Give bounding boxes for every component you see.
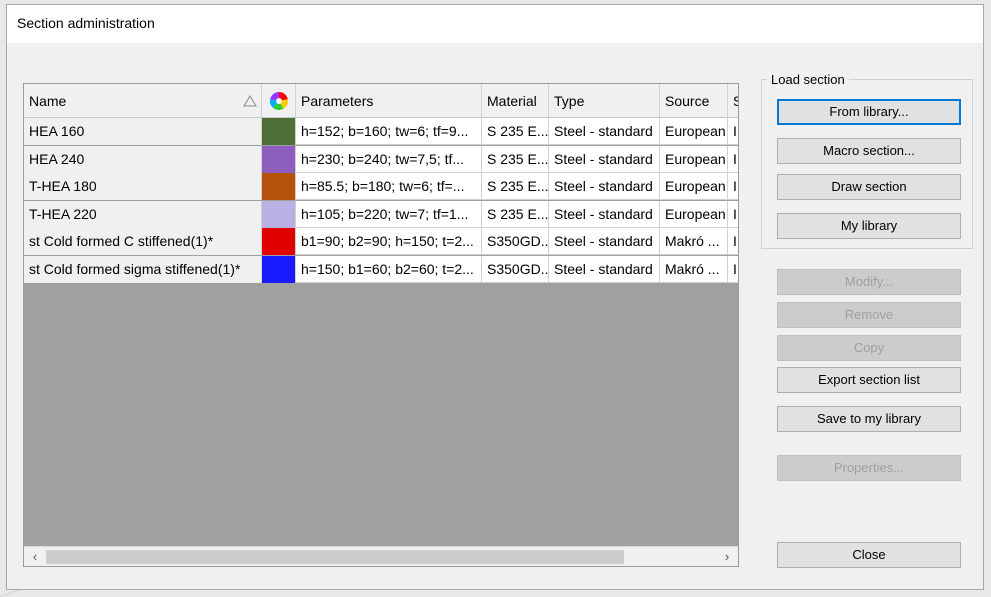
column-header-source[interactable]: Source: [660, 84, 728, 118]
cell-material[interactable]: S 235 E...: [482, 145, 549, 173]
table-row[interactable]: HEA 240 h=230; b=240; tw=7,5; tf... S 235 …: [24, 145, 738, 173]
scrollbar-thumb[interactable]: [46, 550, 624, 564]
table-row[interactable]: T-HEA 220 h=105; b=220; tw=7; tf=1... S 23…: [24, 200, 738, 228]
cell-extra[interactable]: I: [728, 173, 738, 200]
column-header-material[interactable]: Material: [482, 84, 549, 118]
cell-name[interactable]: T-HEA 220: [24, 200, 262, 228]
properties-button[interactable]: Properties...: [777, 455, 961, 481]
load-section-label: Load section: [767, 72, 849, 87]
cell-material[interactable]: S 235 E...: [482, 200, 549, 228]
section-administration-dialog: Section administration Name Parameters M…: [6, 4, 984, 590]
cell-extra[interactable]: I: [728, 201, 738, 228]
column-header-name[interactable]: Name: [24, 84, 262, 118]
save-to-my-library-button[interactable]: Save to my library: [777, 406, 961, 432]
close-button[interactable]: Close: [777, 542, 961, 568]
draw-section-button[interactable]: Draw section: [777, 174, 961, 200]
cell-source[interactable]: Makró ...: [660, 255, 728, 283]
cell-parameters[interactable]: h=152; b=160; tw=6; tf=9...: [296, 118, 482, 145]
chevron-left-icon[interactable]: ‹: [27, 549, 43, 565]
remove-button[interactable]: Remove: [777, 302, 961, 328]
from-library-button[interactable]: From library...: [777, 99, 961, 125]
export-section-list-button[interactable]: Export section list: [777, 367, 961, 393]
column-header-type[interactable]: Type: [549, 84, 660, 118]
cell-type[interactable]: Steel - standard: [549, 118, 660, 145]
column-header-name-label: Name: [29, 93, 67, 109]
horizontal-scrollbar[interactable]: ‹ ›: [24, 546, 738, 566]
cell-type[interactable]: Steel - standard: [549, 255, 660, 283]
cell-extra[interactable]: I: [728, 256, 738, 283]
sort-ascending-icon: [243, 95, 257, 107]
copy-button[interactable]: Copy: [777, 335, 961, 361]
color-wheel-icon: [270, 92, 288, 110]
cell-color-swatch[interactable]: [262, 228, 296, 255]
cell-name[interactable]: HEA 240: [24, 145, 262, 173]
table-row[interactable]: T-HEA 180 h=85.5; b=180; tw=6; tf=... S 23…: [24, 173, 738, 200]
chevron-right-icon[interactable]: ›: [719, 549, 735, 565]
cell-extra[interactable]: I: [728, 146, 738, 173]
cell-color-swatch[interactable]: [262, 255, 296, 283]
cell-parameters[interactable]: h=105; b=220; tw=7; tf=1...: [296, 200, 482, 228]
table-header: Name Parameters Material Type Source S: [24, 84, 738, 118]
cell-type[interactable]: Steel - standard: [549, 200, 660, 228]
column-header-s[interactable]: S: [728, 84, 738, 118]
modify-button[interactable]: Modify...: [777, 269, 961, 295]
cell-source[interactable]: European: [660, 118, 728, 145]
cell-material[interactable]: S350GD...: [482, 255, 549, 283]
cell-type[interactable]: Steel - standard: [549, 145, 660, 173]
cell-parameters[interactable]: h=85.5; b=180; tw=6; tf=...: [296, 173, 482, 200]
table-row[interactable]: st Cold formed C stiffened(1)* b1=90; b2=…: [24, 228, 738, 255]
cell-source[interactable]: European: [660, 173, 728, 200]
cell-source[interactable]: European: [660, 145, 728, 173]
cell-name[interactable]: st Cold formed C stiffened(1)*: [24, 228, 262, 255]
cell-material[interactable]: S350GD...: [482, 228, 549, 255]
cell-parameters[interactable]: h=150; b1=60; b2=60; t=2...: [296, 255, 482, 283]
cell-parameters[interactable]: b1=90; b2=90; h=150; t=2...: [296, 228, 482, 255]
title-bar: Section administration: [7, 5, 983, 43]
cell-parameters[interactable]: h=230; b=240; tw=7,5; tf...: [296, 145, 482, 173]
column-header-color[interactable]: [262, 84, 296, 118]
cell-color-swatch[interactable]: [262, 118, 296, 145]
cell-material[interactable]: S 235 E...: [482, 173, 549, 200]
table-row[interactable]: HEA 160 h=152; b=160; tw=6; tf=9... S 235 …: [24, 118, 738, 145]
cell-source[interactable]: Makró ...: [660, 228, 728, 255]
cell-color-swatch[interactable]: [262, 173, 296, 200]
column-header-parameters[interactable]: Parameters: [296, 84, 482, 118]
my-library-button[interactable]: My library: [777, 213, 961, 239]
cell-extra[interactable]: I: [728, 118, 738, 145]
cell-material[interactable]: S 235 E...: [482, 118, 549, 145]
cell-name[interactable]: st Cold formed sigma stiffened(1)*: [24, 255, 262, 283]
cell-color-swatch[interactable]: [262, 200, 296, 228]
section-table[interactable]: Name Parameters Material Type Source S H…: [23, 83, 739, 567]
cell-source[interactable]: European: [660, 200, 728, 228]
macro-section-button[interactable]: Macro section...: [777, 138, 961, 164]
cell-extra[interactable]: I: [728, 228, 738, 255]
cell-type[interactable]: Steel - standard: [549, 173, 660, 200]
cell-name[interactable]: HEA 160: [24, 118, 262, 145]
table-row[interactable]: st Cold formed sigma stiffened(1)* h=150;…: [24, 255, 738, 283]
cell-type[interactable]: Steel - standard: [549, 228, 660, 255]
cell-color-swatch[interactable]: [262, 145, 296, 173]
window-title: Section administration: [17, 15, 155, 31]
cell-name[interactable]: T-HEA 180: [24, 173, 262, 200]
